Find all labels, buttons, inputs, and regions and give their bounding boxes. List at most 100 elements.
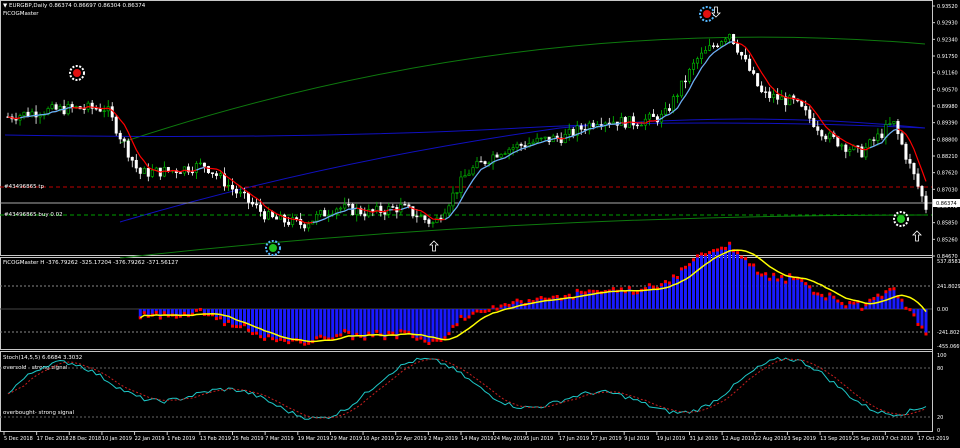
candle-body [319, 210, 321, 214]
price-tick-label: 0.87620 [937, 171, 958, 177]
trading-chart-window[interactable]: ▼ EURGBP,Daily 0.86374 0.86697 0.86304 0… [0, 0, 960, 444]
osc-bar-cap [451, 325, 454, 328]
osc-bar [720, 248, 723, 309]
osc-bar-cap [780, 275, 783, 278]
candle-body [841, 145, 843, 146]
osc-bar-cap [516, 299, 519, 302]
candle-body [103, 111, 105, 112]
candle-body [925, 196, 927, 209]
candle-body [764, 92, 766, 93]
osc-bar [696, 256, 699, 309]
candle-body [536, 138, 538, 142]
candle-body [809, 110, 811, 118]
date-tick-label: 14 May 2019 [461, 436, 494, 442]
candle-body [736, 44, 738, 53]
candle-body [143, 168, 145, 173]
candle-body [780, 97, 782, 99]
date-tick-label: 5 Jun 2019 [526, 436, 553, 442]
osc-bar-cap [484, 310, 487, 313]
osc-bar-cap [395, 336, 398, 339]
osc-bar-cap [848, 301, 851, 304]
candle-body [592, 123, 594, 127]
candle-body [55, 105, 57, 110]
candle-body [247, 193, 249, 202]
osc-bar-cap [363, 338, 366, 341]
osc-bar-cap [724, 247, 727, 250]
candle-body [468, 174, 470, 176]
osc-bar [379, 309, 382, 335]
osc-bar [732, 251, 735, 309]
osc-bar-cap [512, 301, 515, 304]
osc-bar-cap [480, 310, 483, 313]
candle-body [572, 129, 574, 135]
osc-bar-cap [584, 291, 587, 294]
osc-bar-cap [431, 339, 434, 342]
osc-bar [335, 309, 338, 336]
osc-bar-cap [463, 318, 466, 321]
price-tick-label: 0.85850 [937, 221, 958, 227]
date-tick-label: 31 Jul 2019 [690, 436, 718, 442]
candle-body [400, 204, 402, 212]
osc-bar [608, 291, 611, 309]
osc-bar-cap [251, 332, 254, 335]
osc-bar-cap [752, 264, 755, 267]
candle-body [524, 146, 526, 147]
osc-bar-cap [756, 272, 759, 275]
candle-body [83, 109, 85, 110]
osc-title: FiCOGMaster H -376.79262 -325.17204 -376… [3, 260, 179, 266]
osc-bar [391, 309, 394, 333]
osc-bar-cap [343, 329, 346, 332]
osc-bar-cap [868, 299, 871, 302]
osc-bar-cap [255, 332, 258, 335]
candle-body [825, 136, 827, 139]
candle-body [917, 174, 919, 186]
candle-body [748, 59, 750, 70]
osc-bar [395, 309, 398, 338]
stoch-tick-label: 80 [937, 366, 943, 372]
osc-bar [399, 309, 402, 331]
osc-bar-cap [163, 311, 166, 314]
osc-bar-cap [820, 294, 823, 297]
candle-body [123, 139, 125, 141]
osc-bar [640, 290, 643, 309]
osc-bar [451, 309, 454, 326]
candle-body [805, 106, 807, 110]
osc-bar-cap [696, 254, 699, 257]
candle-body [384, 213, 386, 215]
osc-bar-cap [287, 341, 290, 344]
candle-body [275, 217, 277, 219]
candle-body [283, 215, 285, 222]
candle-body [263, 212, 265, 220]
date-tick-label: 22 Apr 2019 [396, 436, 427, 442]
buy-level-label: #43496865 buy 0.02 [4, 212, 63, 218]
candle-body [676, 96, 678, 97]
candle-body [504, 154, 506, 155]
osc-bar [363, 309, 366, 339]
candle-body [720, 42, 722, 47]
candle-body [728, 34, 730, 39]
candle-body [251, 202, 253, 204]
osc-bar-cap [500, 305, 503, 308]
osc-bar [800, 280, 803, 309]
candle-body [752, 71, 754, 74]
price-tick-label: 0.89980 [937, 104, 958, 110]
chart-canvas[interactable]: ▼ EURGBP,Daily 0.86374 0.86697 0.86304 0… [0, 0, 960, 444]
osc-bar-cap [700, 252, 703, 255]
candle-body [776, 94, 778, 99]
candle-body [829, 133, 831, 139]
candle-body [428, 220, 430, 224]
osc-bar-cap [884, 290, 887, 293]
osc-bar [359, 309, 362, 336]
candle-body [203, 163, 205, 166]
candle-body [460, 177, 462, 193]
candle-body [167, 167, 169, 170]
osc-bar-cap [872, 297, 875, 300]
osc-bar-cap [676, 276, 679, 279]
osc-bar [355, 309, 358, 334]
candle-body [424, 216, 426, 220]
osc-bar-cap [496, 308, 499, 311]
date-tick-label: 7 Mar 2019 [265, 436, 294, 442]
osc-bar-cap [828, 293, 831, 296]
candle-body [544, 137, 546, 138]
date-tick-label: 5 Dec 2018 [4, 436, 33, 442]
